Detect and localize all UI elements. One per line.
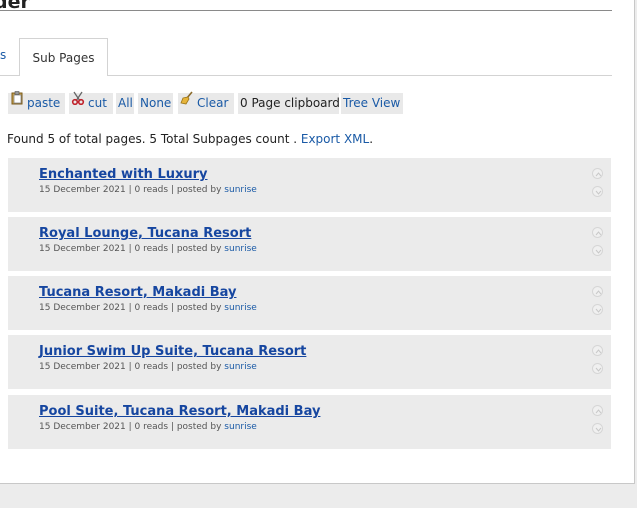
page-count-summary: Found 5 of total pages. 5 Total Subpages…	[7, 132, 374, 146]
clipboard-icon	[10, 91, 24, 112]
clear-button[interactable]: Clear	[178, 91, 234, 114]
arrow-down-icon[interactable]	[592, 363, 603, 374]
arrow-up-icon[interactable]	[592, 227, 603, 238]
page-title: der	[0, 0, 30, 13]
arrow-up-icon[interactable]	[592, 405, 603, 416]
arrow-up-icon[interactable]	[592, 168, 603, 179]
arrow-down-icon[interactable]	[592, 304, 603, 315]
list-item: Junior Swim Up Suite, Tucana Resort 15 D…	[8, 335, 611, 389]
list-item: Royal Lounge, Tucana Resort 15 December …	[8, 217, 611, 271]
paste-button[interactable]: paste	[8, 91, 65, 114]
page-meta: 15 December 2021 | 0 reads | posted by s…	[39, 185, 257, 195]
arrow-down-icon[interactable]	[592, 186, 603, 197]
clear-label: Clear	[197, 96, 229, 110]
list-item: Enchanted with Luxury 15 December 2021 |…	[8, 158, 611, 212]
page-clipboard-status: 0 Page clipboard	[238, 93, 340, 114]
main-panel: der s Sub Pages paste cut All None Clear…	[0, 0, 635, 484]
page-title-link[interactable]: Enchanted with Luxury	[39, 167, 208, 182]
arrow-down-icon[interactable]	[592, 245, 603, 256]
page-meta: 15 December 2021 | 0 reads | posted by s…	[39, 244, 257, 254]
scissors-icon	[71, 91, 85, 112]
select-all-button[interactable]: All	[116, 93, 134, 114]
author-link[interactable]: sunrise	[224, 362, 257, 372]
author-link[interactable]: sunrise	[224, 244, 257, 254]
paste-label: paste	[27, 96, 61, 110]
page-meta: 15 December 2021 | 0 reads | posted by s…	[39, 303, 257, 313]
page-meta: 15 December 2021 | 0 reads | posted by s…	[39, 422, 257, 432]
author-link[interactable]: sunrise	[224, 303, 257, 313]
author-link[interactable]: sunrise	[224, 185, 257, 195]
page-title-link[interactable]: Royal Lounge, Tucana Resort	[39, 226, 251, 241]
page-meta: 15 December 2021 | 0 reads | posted by s…	[39, 362, 257, 372]
arrow-down-icon[interactable]	[592, 423, 603, 434]
list-item: Pool Suite, Tucana Resort, Makadi Bay 15…	[8, 395, 611, 449]
page-title-link[interactable]: Pool Suite, Tucana Resort, Makadi Bay	[39, 404, 320, 419]
list-item: Tucana Resort, Makadi Bay 15 December 20…	[8, 276, 611, 330]
select-none-button[interactable]: None	[138, 93, 173, 114]
summary-text: Found 5 of total pages. 5 Total Subpages…	[7, 132, 301, 146]
title-divider	[0, 10, 612, 11]
tab-previous[interactable]: s	[0, 48, 6, 62]
tree-view-button[interactable]: Tree View	[341, 93, 403, 114]
arrow-up-icon[interactable]	[592, 345, 603, 356]
broom-icon	[180, 91, 194, 112]
arrow-up-icon[interactable]	[592, 286, 603, 297]
author-link[interactable]: sunrise	[224, 422, 257, 432]
cut-button[interactable]: cut	[69, 91, 113, 114]
tab-sub-pages[interactable]: Sub Pages	[19, 38, 108, 75]
page-title-link[interactable]: Tucana Resort, Makadi Bay	[39, 285, 236, 300]
page-title-link[interactable]: Junior Swim Up Suite, Tucana Resort	[39, 344, 306, 359]
export-xml-link[interactable]: Export XML	[301, 132, 369, 146]
cut-label: cut	[88, 96, 107, 110]
